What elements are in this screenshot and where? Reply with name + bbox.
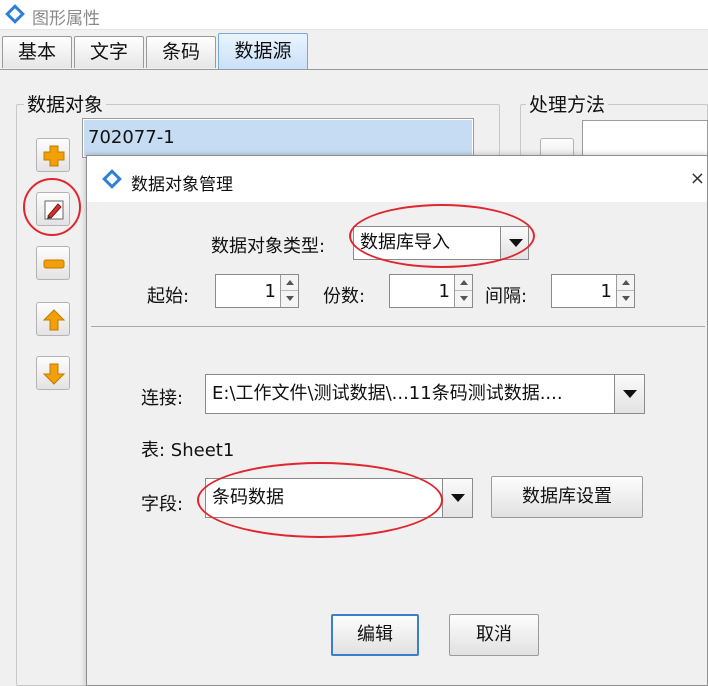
- data-object-list[interactable]: 702077-1: [82, 118, 474, 158]
- window-title: 图形属性: [32, 9, 100, 29]
- spin-down-icon[interactable]: [455, 291, 472, 307]
- type-select[interactable]: 数据库导入: [353, 226, 529, 260]
- add-data-object-button[interactable]: [36, 138, 70, 172]
- copies-spinner[interactable]: 1: [389, 274, 473, 308]
- move-down-button[interactable]: [36, 356, 70, 390]
- remove-data-object-button[interactable]: [36, 246, 70, 280]
- tab-basic[interactable]: 基本: [2, 36, 72, 68]
- edit-data-object-button[interactable]: [36, 192, 70, 226]
- move-up-button[interactable]: [36, 302, 70, 336]
- field-value: 条码数据: [212, 487, 284, 508]
- start-value: 1: [264, 281, 276, 302]
- tab-divider: [0, 69, 708, 70]
- window-titlebar: 图形属性: [0, 0, 708, 30]
- interval-label: 间隔:: [485, 286, 528, 307]
- spin-up-icon[interactable]: [281, 275, 298, 291]
- chevron-down-icon[interactable]: [614, 375, 644, 413]
- table-label: 表: Sheet1: [141, 440, 235, 461]
- dialog-separator: [91, 326, 705, 327]
- spin-down-icon[interactable]: [617, 291, 634, 307]
- edit-button[interactable]: 编辑: [331, 614, 419, 656]
- minus-icon: [43, 259, 65, 269]
- arrow-down-icon: [42, 363, 66, 385]
- chevron-down-icon[interactable]: [442, 479, 472, 517]
- type-label: 数据对象类型:: [211, 236, 326, 257]
- plus-icon: [43, 145, 65, 167]
- connection-value: E:\工作文件\测试数据\...11条码测试数据....: [212, 383, 563, 404]
- database-settings-button[interactable]: 数据库设置: [491, 476, 643, 518]
- tab-data-source[interactable]: 数据源: [218, 33, 308, 70]
- spin-up-icon[interactable]: [455, 275, 472, 291]
- interval-spinner[interactable]: 1: [551, 274, 635, 308]
- start-spinner[interactable]: 1: [215, 274, 299, 308]
- app-icon: [102, 169, 122, 189]
- data-object-group-label: 数据对象: [24, 90, 107, 117]
- tab-strip: 基本 文字 条码 数据源: [0, 30, 708, 70]
- pencil-icon: [44, 200, 64, 220]
- connection-label: 连接:: [141, 388, 184, 409]
- dialog-titlebar: 数据对象管理 ×: [87, 156, 707, 202]
- type-select-value: 数据库导入: [360, 232, 450, 253]
- close-icon[interactable]: ×: [690, 168, 705, 189]
- copies-value: 1: [438, 281, 450, 302]
- field-select[interactable]: 条码数据: [205, 478, 473, 518]
- copies-label: 份数:: [323, 286, 366, 307]
- tab-text[interactable]: 文字: [74, 36, 144, 68]
- spin-down-icon[interactable]: [281, 291, 298, 307]
- interval-value: 1: [600, 281, 612, 302]
- cancel-button[interactable]: 取消: [449, 614, 539, 656]
- field-label: 字段:: [141, 494, 184, 515]
- processing-group-label: 处理方法: [526, 90, 609, 117]
- dialog-title: 数据对象管理: [131, 175, 233, 195]
- connection-select[interactable]: E:\工作文件\测试数据\...11条码测试数据....: [205, 374, 645, 414]
- tab-barcode[interactable]: 条码: [146, 36, 216, 68]
- chevron-down-icon[interactable]: [500, 227, 528, 259]
- arrow-up-icon: [42, 309, 66, 331]
- data-object-manager-dialog: 数据对象管理 × 数据对象类型: 数据库导入 起始: 1 份数: 1 间隔: 1…: [86, 155, 708, 686]
- processing-list[interactable]: [582, 120, 708, 156]
- list-item[interactable]: 702077-1: [84, 120, 472, 156]
- spin-up-icon[interactable]: [617, 275, 634, 291]
- start-label: 起始:: [147, 286, 190, 307]
- app-icon: [5, 4, 25, 24]
